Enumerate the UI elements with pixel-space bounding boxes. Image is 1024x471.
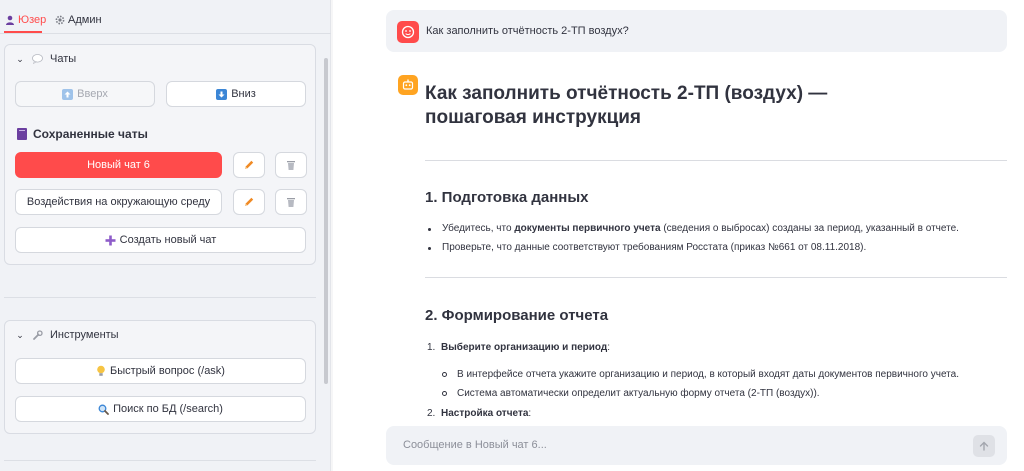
chats-panel-title: Чаты <box>50 53 77 65</box>
step-colon: : <box>528 408 532 419</box>
list-item: Проверьте, что данные соответствуют треб… <box>442 242 866 253</box>
chat-item-active[interactable]: Новый чат 6 <box>15 152 222 178</box>
chat-item-label: Воздействия на окружающую среду <box>26 196 211 208</box>
tools-panel: ⌄ Инструменты Быстрый вопрос (/ask) Поис… <box>4 320 316 434</box>
chat-area: Как заполнить отчётность 2-ТП воздух? Ка… <box>333 0 1024 471</box>
move-up-label: Вверх <box>77 88 108 100</box>
step-bold: Настройка отчета <box>441 408 529 419</box>
tab-admin-label: Админ <box>68 14 102 26</box>
lightbulb-icon <box>97 365 105 376</box>
saved-chats-title: Сохраненные чаты <box>17 127 148 141</box>
step-number: 2. <box>427 408 436 419</box>
create-chat-label: Создать новый чат <box>119 234 217 246</box>
chat-item-label: Новый чат 6 <box>87 159 150 171</box>
tools-panel-title: Инструменты <box>50 329 119 341</box>
sub-list-item: Система автоматически определит актуальн… <box>457 388 820 399</box>
create-chat-button[interactable]: Создать новый чат <box>15 227 306 253</box>
sidebar: Юзер Админ ⌄ Чаты Вверх Вниз Сохраненные… <box>0 0 331 471</box>
section-divider <box>425 277 1007 278</box>
chat-item[interactable]: Воздействия на окружающую среду <box>15 189 222 215</box>
db-search-button[interactable]: Поиск по БД (/search) <box>15 396 306 422</box>
bullet <box>428 228 431 231</box>
move-down-button[interactable]: Вниз <box>166 81 306 107</box>
message-input[interactable]: Сообщение в Новый чат 6... <box>386 426 1007 465</box>
rename-chat-button[interactable] <box>233 152 265 178</box>
move-up-button[interactable]: Вверх <box>15 81 155 107</box>
answer-title: Как заполнить отчётность 2-ТП (воздух) —… <box>425 83 828 128</box>
arrow-down-icon <box>216 88 228 100</box>
sub-list-item: В интерфейсе отчета укажите организацию … <box>457 369 959 380</box>
assistant-avatar <box>398 75 418 95</box>
magnifier-icon <box>98 404 109 415</box>
pencil-icon <box>245 197 254 206</box>
step-item: Выберите организацию и период: <box>441 342 610 353</box>
move-down-label: Вниз <box>231 88 256 100</box>
tabs-divider <box>0 33 331 34</box>
tab-admin[interactable]: Админ <box>55 10 102 30</box>
step-number: 1. <box>427 342 436 353</box>
gear-icon <box>55 15 65 25</box>
list-item: Убедитесь, что документы первичного учет… <box>442 223 959 234</box>
sidebar-scrollbar[interactable] <box>324 58 328 384</box>
message-input-placeholder: Сообщение в Новый чат 6... <box>403 439 547 451</box>
pencil-icon <box>245 160 254 169</box>
chats-panel: ⌄ Чаты Вверх Вниз Сохраненные чаты Новый… <box>4 44 316 265</box>
user-face-icon <box>401 25 415 39</box>
assistant-message: Как заполнить отчётность 2-ТП (воздух) —… <box>425 82 1007 419</box>
send-button[interactable] <box>973 435 995 457</box>
trash-icon <box>287 161 295 170</box>
sub-list-text: Система автоматически определит актуальн… <box>457 388 820 399</box>
list-item-text: Проверьте, что данные соответствуют треб… <box>442 242 867 253</box>
quick-ask-button[interactable]: Быстрый вопрос (/ask) <box>15 358 306 384</box>
delete-chat-button[interactable] <box>275 152 307 178</box>
chevron-down-icon: ⌄ <box>16 329 24 340</box>
plus-icon <box>105 235 116 245</box>
tab-user[interactable]: Юзер <box>5 10 46 30</box>
chevron-down-icon: ⌄ <box>16 53 24 64</box>
user-message: Как заполнить отчётность 2-ТП воздух? <box>386 10 1007 52</box>
section-divider <box>425 160 1007 161</box>
sub-list-text: В интерфейсе отчета укажите организацию … <box>457 369 959 380</box>
sidebar-tabs: Юзер Админ <box>0 0 331 34</box>
sub-bullet <box>442 372 447 377</box>
sidebar-divider <box>4 297 316 298</box>
user-message-text: Как заполнить отчётность 2-ТП воздух? <box>426 25 629 37</box>
step-bold: Выберите организацию и период <box>441 342 608 353</box>
robot-icon <box>402 79 414 90</box>
arrow-up-icon <box>62 88 74 100</box>
list-item-text: Убедитесь, что <box>442 223 515 234</box>
quick-ask-label: Быстрый вопрос (/ask) <box>110 365 225 377</box>
tools-panel-header[interactable]: ⌄ Инструменты <box>15 329 119 341</box>
book-icon <box>17 128 27 140</box>
bullet <box>428 247 431 250</box>
section-heading: 2. Формирование отчета <box>425 307 609 324</box>
tab-user-label: Юзер <box>18 14 47 26</box>
section-heading: 1. Подготовка данных <box>425 189 589 206</box>
step-colon: : <box>607 342 611 353</box>
step-item: Настройка отчета: <box>441 408 531 419</box>
speech-bubble-icon <box>32 54 43 64</box>
wrench-icon <box>33 329 43 340</box>
arrow-up-icon <box>979 441 989 451</box>
sidebar-divider <box>4 460 316 461</box>
user-icon <box>6 15 14 25</box>
list-item-text: (сведения о выбросах) созданы за период,… <box>660 223 959 234</box>
trash-icon <box>287 198 295 207</box>
delete-chat-button[interactable] <box>275 189 307 215</box>
sub-bullet <box>442 391 447 396</box>
rename-chat-button[interactable] <box>233 189 265 215</box>
list-item-bold: документы первичного учета <box>514 223 661 234</box>
saved-chats-label: Сохраненные чаты <box>33 127 148 141</box>
db-search-label: Поиск по БД (/search) <box>113 403 223 415</box>
chats-panel-header[interactable]: ⌄ Чаты <box>15 53 76 65</box>
user-avatar <box>397 21 419 43</box>
